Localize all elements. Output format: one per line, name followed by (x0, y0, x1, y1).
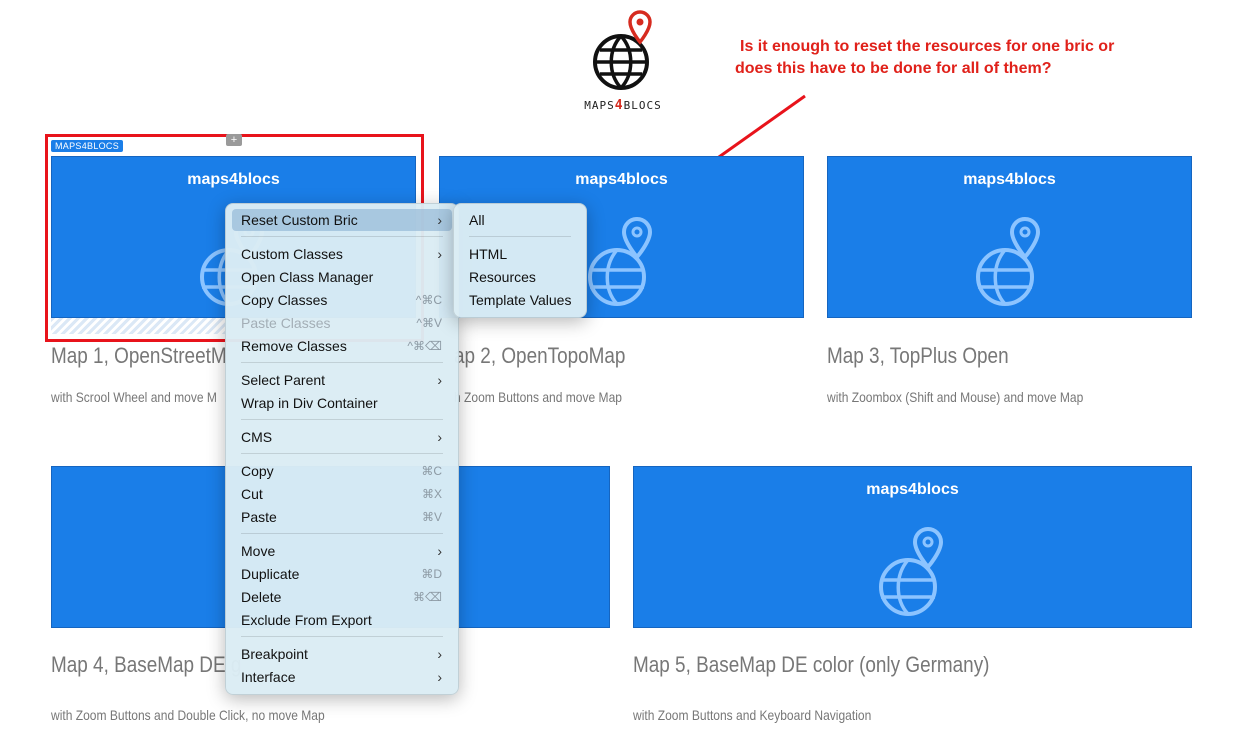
map-card-3[interactable]: maps4blocs (827, 156, 1192, 318)
chevron-right-icon: › (437, 212, 442, 228)
map-1-subtitle: with Scrool Wheel and move M (51, 389, 217, 405)
menu-item-select-parent[interactable]: Select Parent › (232, 369, 452, 391)
shortcut-label: ^⌘V (416, 316, 442, 330)
map-2-subtitle: h Zoom Buttons and move Map (454, 389, 622, 405)
submenu-item-resources[interactable]: Resources (460, 266, 580, 288)
map-4-subtitle: with Zoom Buttons and Double Click, no m… (51, 707, 325, 723)
reset-custom-bric-submenu: All HTML Resources Template Values (453, 203, 587, 318)
annotation-note: Is it enough to reset the resources for … (735, 36, 1205, 80)
chevron-right-icon: › (437, 429, 442, 445)
menu-item-delete[interactable]: Delete ⌘⌫ (232, 586, 452, 608)
menu-item-reset-custom-bric[interactable]: Reset Custom Bric › (232, 209, 452, 231)
menu-separator (241, 236, 443, 237)
shortcut-label: ⌘X (421, 487, 442, 501)
globe-pin-logo-icon (593, 10, 652, 90)
map-3-title: Map 3, TopPlus Open (827, 343, 1009, 368)
shortcut-label: ⌘C (421, 464, 442, 478)
menu-item-wrap-in-div-container[interactable]: Wrap in Div Container (232, 392, 452, 414)
menu-separator (241, 533, 443, 534)
menu-item-exclude-from-export[interactable]: Exclude From Export (232, 609, 452, 631)
menu-item-copy[interactable]: Copy ⌘C (232, 460, 452, 482)
menu-separator (241, 419, 443, 420)
menu-item-paste[interactable]: Paste ⌘V (232, 506, 452, 528)
menu-item-cut[interactable]: Cut ⌘X (232, 483, 452, 505)
menu-separator (241, 636, 443, 637)
menu-separator (241, 453, 443, 454)
menu-item-paste-classes: Paste Classes ^⌘V (232, 312, 452, 334)
map-4-title: Map 4, BaseMap DE g (51, 652, 242, 677)
menu-item-breakpoint[interactable]: Breakpoint › (232, 643, 452, 665)
shortcut-label: ⌘⌫ (413, 590, 442, 604)
menu-item-duplicate[interactable]: Duplicate ⌘D (232, 563, 452, 585)
map-5-subtitle: with Zoom Buttons and Keyboard Navigatio… (633, 707, 872, 723)
chevron-right-icon: › (437, 646, 442, 662)
menu-item-open-class-manager[interactable]: Open Class Manager (232, 266, 452, 288)
bric-name-badge[interactable]: MAPS4BLOCS (51, 140, 124, 152)
menu-separator (469, 236, 571, 237)
annotation-line-2: does this have to be done for all of the… (735, 60, 1052, 77)
maps4blocs-logo: MAPS4BLOCS (578, 10, 668, 115)
card-title: maps4blocs (963, 171, 1056, 188)
logo-wordmark: MAPS4BLOCS (584, 98, 662, 113)
chevron-right-icon: › (437, 372, 442, 388)
menu-item-remove-classes[interactable]: Remove Classes ^⌘⌫ (232, 335, 452, 357)
globe-pin-icon (588, 216, 653, 306)
shortcut-label: ⌘V (421, 510, 442, 524)
globe-pin-icon (976, 216, 1041, 306)
menu-item-copy-classes[interactable]: Copy Classes ^⌘C (232, 289, 452, 311)
menu-separator (241, 362, 443, 363)
shortcut-label: ^⌘C (415, 293, 442, 307)
chevron-right-icon: › (437, 669, 442, 685)
submenu-item-all[interactable]: All (460, 209, 580, 231)
shortcut-label: ⌘D (421, 567, 442, 581)
map-1-title: Map 1, OpenStreetM (51, 343, 227, 368)
add-bric-button[interactable]: + (226, 134, 242, 146)
submenu-item-template-values[interactable]: Template Values (460, 289, 580, 311)
map-3-subtitle: with Zoombox (Shift and Mouse) and move … (827, 389, 1084, 405)
annotation-line-1: Is it enough to reset the resources for … (740, 38, 1115, 55)
menu-item-cms[interactable]: CMS › (232, 426, 452, 448)
card-title: maps4blocs (866, 481, 959, 498)
map-5-title: Map 5, BaseMap DE color (only Germany) (633, 652, 990, 677)
shortcut-label: ^⌘⌫ (407, 339, 442, 353)
menu-item-interface[interactable]: Interface › (232, 666, 452, 688)
chevron-right-icon: › (437, 543, 442, 559)
context-menu: Reset Custom Bric › Custom Classes › Open … (225, 203, 459, 695)
menu-item-move[interactable]: Move › (232, 540, 452, 562)
globe-pin-icon (879, 526, 944, 616)
map-2-title: ap 2, OpenTopoMap (454, 343, 626, 368)
map-card-5[interactable]: maps4blocs (633, 466, 1192, 628)
submenu-item-html[interactable]: HTML (460, 243, 580, 265)
chevron-right-icon: › (437, 246, 442, 262)
menu-item-custom-classes[interactable]: Custom Classes › (232, 243, 452, 265)
card-title: maps4blocs (575, 171, 668, 188)
